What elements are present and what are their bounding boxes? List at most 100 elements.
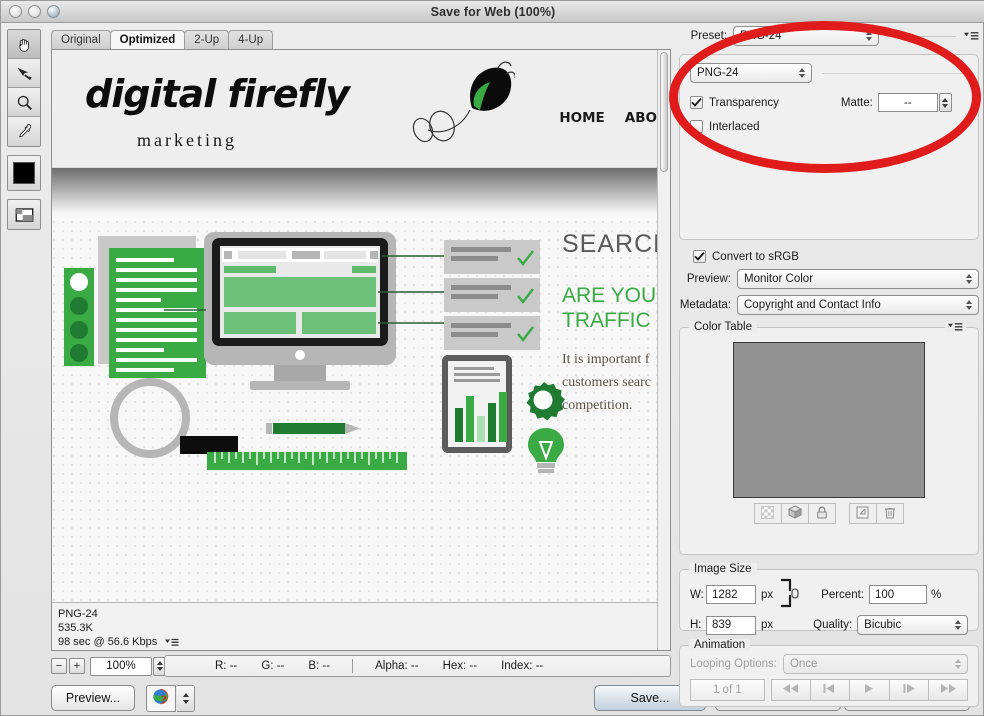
preset-rule <box>887 35 956 37</box>
format-rule <box>822 72 968 74</box>
tab-4up[interactable]: 4-Up <box>228 30 274 49</box>
tool-palette <box>7 29 41 238</box>
save-for-web-dialog: Save for Web (100%) Original Optimized 2… <box>0 0 984 716</box>
color-table-panel-menu-icon[interactable] <box>945 322 966 332</box>
percent-unit: % <box>930 588 942 601</box>
metadata-row: Metadata: Copyright and Contact Info <box>679 295 979 315</box>
matte-stepper[interactable] <box>938 93 952 112</box>
play-button[interactable] <box>849 679 890 701</box>
transparency-button[interactable] <box>753 503 782 524</box>
last-frame-button[interactable] <box>927 679 969 701</box>
transparency-label: Transparency <box>709 96 779 109</box>
title-bar: Save for Web (100%) <box>1 1 984 23</box>
tab-2up[interactable]: 2-Up <box>184 30 230 49</box>
hand-tool[interactable] <box>8 30 40 59</box>
color-table-swatches[interactable] <box>733 342 925 498</box>
preset-panel-menu-icon[interactable] <box>964 31 979 41</box>
tab-original-label: Original <box>61 34 101 46</box>
transparency-checkbox[interactable]: Transparency <box>690 96 779 109</box>
slice-select-icon <box>15 65 33 82</box>
color-management-group: Convert to sRGB Preview: Monitor Color M… <box>679 250 979 315</box>
zoom-tool[interactable] <box>8 88 40 117</box>
preset-value: PNG-24 <box>740 30 782 42</box>
matte-label: Matte: <box>840 96 873 109</box>
width-field[interactable]: 1282 <box>706 585 756 604</box>
preset-select[interactable]: PNG-24 <box>733 26 879 46</box>
svg-text:customers searc: customers searc <box>562 375 651 390</box>
lock-swatch-button[interactable] <box>807 503 836 524</box>
percent-field[interactable]: 100 <box>868 585 927 604</box>
preset-row: Preset: PNG-24 <box>679 26 979 46</box>
percent-label: Percent: <box>821 588 864 601</box>
next-frame-icon <box>901 684 917 696</box>
zoom-out-button[interactable]: − <box>51 658 67 674</box>
svg-text:TRAFFIC: TRAFFIC <box>562 309 651 332</box>
interlaced-checkbox[interactable]: Interlaced <box>690 120 760 133</box>
height-field[interactable]: 839 <box>706 615 756 635</box>
readout-alpha: Alpha: -- <box>375 660 419 672</box>
metadata-select[interactable]: Copyright and Contact Info <box>737 295 979 315</box>
nav-item-about[interactable]: ABO <box>625 110 657 126</box>
preview-image: digital firefly marketing HOME ABO SEARC… <box>52 50 657 602</box>
new-swatch-icon <box>856 506 869 522</box>
chain-link-icon[interactable] <box>779 578 801 611</box>
svg-text:?: ? <box>161 694 167 706</box>
preview-button[interactable]: Preview... <box>51 685 135 711</box>
readout-b: B: -- <box>308 660 331 672</box>
tab-2up-label: 2-Up <box>194 34 220 46</box>
scrollbar-thumb[interactable] <box>660 52 668 172</box>
looping-value: Once <box>789 658 818 670</box>
preview-canvas[interactable]: digital firefly marketing HOME ABO SEARC… <box>51 49 671 651</box>
tool-group-main <box>7 29 41 147</box>
magnifier-icon <box>16 94 33 111</box>
nav-item-home[interactable]: HOME <box>559 110 604 126</box>
status-filesize: 535.3K <box>58 622 93 634</box>
quality-select[interactable]: Bicubic <box>857 615 968 635</box>
slice-select-tool[interactable] <box>8 59 40 88</box>
settings-panel: Preset: PNG-24 PNG-24 Transparency Matte… <box>679 26 979 707</box>
web-shift-button[interactable] <box>780 503 809 524</box>
color-table-legend: Color Table <box>689 321 757 333</box>
eyedropper-tool[interactable] <box>8 117 40 146</box>
new-swatch-button[interactable] <box>848 503 877 524</box>
site-logo-subtitle: marketing <box>137 130 237 150</box>
toggle-slices-button[interactable] <box>8 200 40 229</box>
status-panel-menu-icon[interactable] <box>165 638 179 647</box>
tool-group-slices <box>7 199 41 230</box>
zoom-control: − + 100% <box>51 656 166 676</box>
percent-value: 100 <box>874 588 895 601</box>
tab-optimized-label: Optimized <box>119 34 176 46</box>
tab-original[interactable]: Original <box>51 30 111 49</box>
svg-text:competition.: competition. <box>562 398 632 413</box>
convert-srgb-checkbox[interactable]: Convert to sRGB <box>693 250 799 263</box>
interlaced-row: Interlaced <box>690 120 968 133</box>
preview-browser-stepper[interactable] <box>177 685 195 712</box>
format-settings-group: PNG-24 Transparency Matte: -- Interlaced <box>679 54 979 240</box>
color-swatch-fill <box>13 162 35 184</box>
preview-browser-button[interactable]: ? <box>146 685 176 712</box>
looping-select[interactable]: Once <box>782 654 968 674</box>
zoom-in-button[interactable]: + <box>69 658 85 674</box>
file-format-select[interactable]: PNG-24 <box>690 63 812 83</box>
frame-counter: 1 of 1 <box>690 679 765 701</box>
previous-frame-button[interactable] <box>809 679 851 701</box>
checkbox-unchecked-icon <box>690 120 703 133</box>
delete-swatch-button[interactable] <box>875 503 904 524</box>
preview-vertical-scrollbar[interactable] <box>657 50 670 650</box>
site-nav: HOME ABO <box>559 110 657 126</box>
checkbox-checked-icon <box>690 96 703 109</box>
width-label: W: <box>690 588 704 601</box>
looping-label: Looping Options: <box>690 658 777 670</box>
matte-field[interactable]: -- <box>877 93 938 112</box>
status-download-time: 98 sec @ 56.6 Kbps <box>58 636 158 648</box>
status-format: PNG-24 <box>58 608 98 620</box>
preview-select[interactable]: Monitor Color <box>737 269 979 289</box>
image-size-group: Image Size W: 1282 px Percent: 100 % H: … <box>679 563 979 635</box>
first-frame-button[interactable] <box>770 679 811 701</box>
illustration-area: SEARCH ARE YOU TRAFFIC It is important f… <box>52 220 657 602</box>
foreground-color-swatch[interactable] <box>8 156 40 190</box>
tab-optimized[interactable]: Optimized <box>109 30 186 49</box>
next-frame-button[interactable] <box>888 679 929 701</box>
readout-r: R: -- <box>215 660 238 672</box>
zoom-level-field[interactable]: 100% <box>90 656 152 676</box>
